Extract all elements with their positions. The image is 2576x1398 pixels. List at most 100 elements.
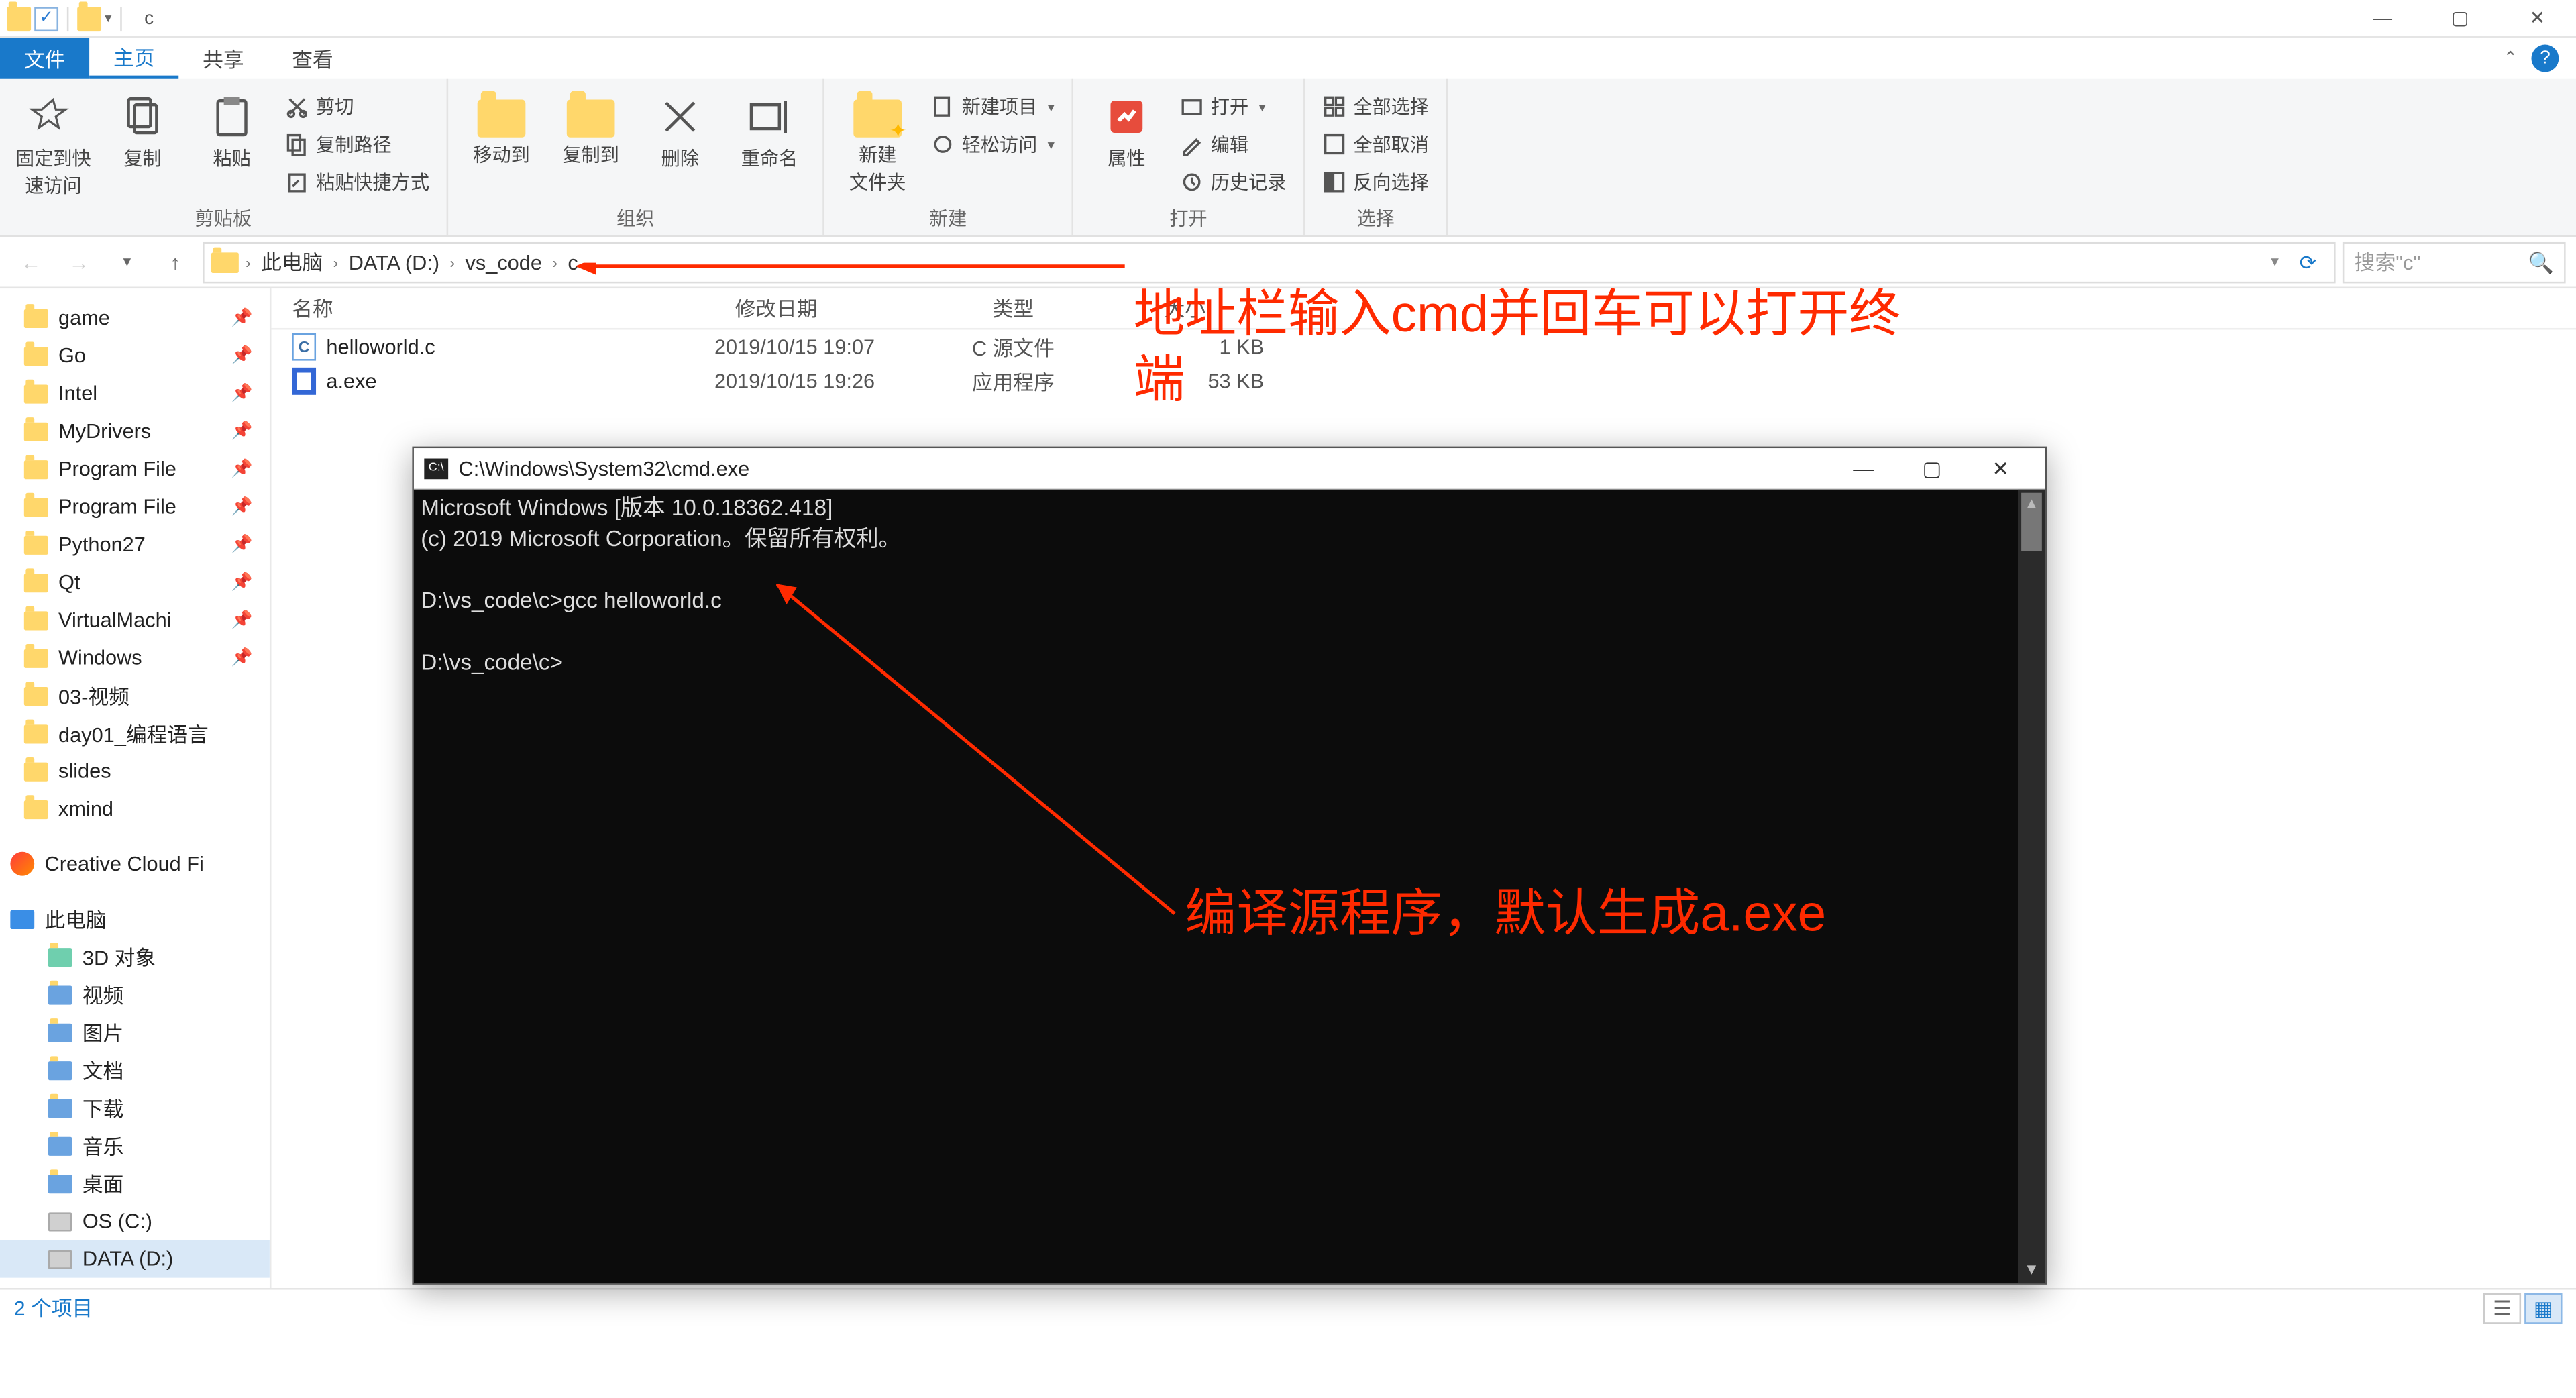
- breadcrumb-folder-icon: [211, 252, 239, 272]
- tab-view[interactable]: 查看: [268, 38, 357, 78]
- breadcrumb-bar[interactable]: › 此电脑› DATA (D:)› vs_code› c ▾ ⟳: [203, 241, 2336, 282]
- group-clipboard-label: 剪贴板: [13, 201, 433, 232]
- refresh-button[interactable]: ⟳: [2289, 250, 2326, 274]
- annotation-text-addressbar: 地址栏输入cmd并回车可以打开终 端: [1134, 283, 1901, 414]
- qat-dropdown-icon[interactable]: ▾: [105, 10, 111, 25]
- crumb-drive[interactable]: DATA (D:): [345, 250, 443, 274]
- cmd-icon: C:\: [424, 458, 448, 478]
- maximize-button[interactable]: ▢: [2422, 0, 2499, 37]
- paste-shortcut-button[interactable]: 粘贴快捷方式: [282, 165, 433, 199]
- paste-button[interactable]: 粘贴: [193, 86, 272, 172]
- delete-button[interactable]: 删除: [641, 86, 720, 172]
- paste-label: 粘贴: [213, 144, 250, 172]
- minimize-button[interactable]: —: [2344, 0, 2421, 37]
- nav-item-datadrive[interactable]: DATA (D:): [0, 1240, 270, 1277]
- nav-item-creative[interactable]: Creative Cloud Fi: [0, 845, 270, 883]
- nav-item-03video[interactable]: 03-视频: [0, 677, 270, 714]
- new-folder-label: 新建 文件夹: [849, 141, 906, 196]
- select-none-button[interactable]: 全部取消: [1319, 127, 1432, 161]
- cmd-minimize-button[interactable]: —: [1829, 456, 1897, 480]
- nav-item-3dobjects[interactable]: 3D 对象: [0, 938, 270, 975]
- col-type[interactable]: 类型: [972, 294, 1144, 323]
- nav-item-qt[interactable]: Qt📌: [0, 563, 270, 601]
- col-date[interactable]: 修改日期: [714, 294, 972, 323]
- view-details-button[interactable]: ☰: [2483, 1292, 2521, 1323]
- nav-item-day01[interactable]: day01_编程语言: [0, 714, 270, 752]
- nav-item-go[interactable]: Go📌: [0, 337, 270, 374]
- search-icon[interactable]: 🔍: [2528, 250, 2553, 274]
- invert-selection-button[interactable]: 反向选择: [1319, 165, 1432, 199]
- copy-button[interactable]: 复制: [103, 86, 182, 172]
- cmd-title: C:\Windows\System32\cmd.exe: [459, 456, 750, 480]
- cmd-window: C:\ C:\Windows\System32\cmd.exe — ▢ ✕ Mi…: [412, 447, 2047, 1285]
- nav-item-music[interactable]: 音乐: [0, 1126, 270, 1164]
- nav-item-windows[interactable]: Windows📌: [0, 639, 270, 676]
- nav-item-xmind[interactable]: xmind: [0, 790, 270, 828]
- cut-button[interactable]: 剪切: [282, 89, 433, 123]
- ribbon-body: 固定到快 速访问 复制 粘贴 剪切 复制路径 粘贴快捷方式 剪贴板: [0, 79, 2576, 237]
- help-icon[interactable]: ?: [2531, 45, 2559, 72]
- nav-up-button[interactable]: ↑: [154, 241, 195, 282]
- nav-item-osdrive[interactable]: OS (C:): [0, 1202, 270, 1240]
- cmd-titlebar[interactable]: C:\ C:\Windows\System32\cmd.exe — ▢ ✕: [414, 448, 2045, 489]
- window-title: c: [134, 8, 154, 29]
- cmd-scroll-up[interactable]: ▲: [2018, 490, 2045, 517]
- nav-item-vm[interactable]: VirtualMachi📌: [0, 601, 270, 639]
- nav-item-pf2[interactable]: Program File📌: [0, 488, 270, 525]
- move-to-button[interactable]: 移动到: [462, 86, 541, 168]
- tab-home[interactable]: 主页: [89, 38, 178, 78]
- select-all-button[interactable]: 全部选择: [1319, 89, 1432, 123]
- search-box[interactable]: 搜索"c" 🔍: [2343, 241, 2566, 282]
- nav-forward-button[interactable]: →: [58, 241, 99, 282]
- pin-quick-access-button[interactable]: 固定到快 速访问: [13, 86, 93, 199]
- group-open: 属性 打开▾ 编辑 历史记录 打开: [1073, 79, 1305, 235]
- copy-label: 复制: [123, 144, 161, 172]
- qat-folder-icon: [7, 6, 31, 30]
- nav-item-intel[interactable]: Intel📌: [0, 374, 270, 412]
- copy-to-button[interactable]: 复制到: [551, 86, 631, 168]
- nav-item-downloads[interactable]: 下载: [0, 1089, 270, 1126]
- crumb-pc[interactable]: 此电脑: [258, 248, 326, 277]
- ribbon-tabs: 文件 主页 共享 查看 ⌃ ?: [0, 38, 2576, 78]
- nav-item-videos[interactable]: 视频: [0, 975, 270, 1013]
- nav-item-docs[interactable]: 文档: [0, 1051, 270, 1089]
- view-large-button[interactable]: ▦: [2524, 1292, 2562, 1323]
- nav-back-button[interactable]: ←: [10, 241, 51, 282]
- new-item-button[interactable]: 新建项目▾: [927, 89, 1058, 123]
- breadcrumb-dropdown-icon[interactable]: ▾: [2271, 252, 2286, 271]
- history-button[interactable]: 历史记录: [1177, 165, 1290, 199]
- nav-recent-dropdown[interactable]: ▾: [107, 241, 148, 282]
- col-name[interactable]: 名称: [271, 294, 714, 323]
- tab-share[interactable]: 共享: [178, 38, 268, 78]
- qat-check-icon[interactable]: ✓: [34, 6, 58, 30]
- new-folder-button[interactable]: 新建 文件夹: [838, 86, 917, 196]
- annotation-text-compile: 编译源程序，默认生成a.exe: [1185, 883, 1826, 948]
- nav-item-game[interactable]: game📌: [0, 299, 270, 336]
- nav-item-slides[interactable]: slides: [0, 752, 270, 790]
- pc-icon: [10, 910, 34, 928]
- nav-item-python27[interactable]: Python27📌: [0, 525, 270, 563]
- nav-item-pf1[interactable]: Program File📌: [0, 450, 270, 488]
- nav-item-desktop[interactable]: 桌面: [0, 1165, 270, 1202]
- group-open-label: 打开: [1087, 201, 1290, 232]
- cmd-scroll-down[interactable]: ▼: [2018, 1255, 2045, 1283]
- cmd-close-button[interactable]: ✕: [1966, 456, 2035, 480]
- cmd-maximize-button[interactable]: ▢: [1898, 456, 1966, 480]
- rename-button[interactable]: 重命名: [730, 86, 809, 172]
- close-button[interactable]: ✕: [2499, 0, 2576, 37]
- nav-item-thispc[interactable]: 此电脑: [0, 900, 270, 937]
- copy-path-button[interactable]: 复制路径: [282, 127, 433, 161]
- ribbon-collapse-icon[interactable]: ⌃: [2503, 49, 2517, 68]
- window-titlebar: ✓ ▾ c — ▢ ✕: [0, 0, 2576, 38]
- drive-icon: [48, 1212, 72, 1230]
- nav-item-mydrivers[interactable]: MyDrivers📌: [0, 412, 270, 449]
- edit-button[interactable]: 编辑: [1177, 127, 1290, 161]
- cmd-scrollbar[interactable]: [2018, 490, 2045, 1283]
- open-button[interactable]: 打开▾: [1177, 89, 1290, 123]
- nav-tree[interactable]: game📌 Go📌 Intel📌 MyDrivers📌 Program File…: [0, 288, 271, 1288]
- tab-file[interactable]: 文件: [0, 38, 89, 78]
- easy-access-button[interactable]: 轻松访问▾: [927, 127, 1058, 161]
- nav-item-pictures[interactable]: 图片: [0, 1013, 270, 1051]
- crumb-vscode[interactable]: vs_code: [462, 250, 545, 274]
- properties-button[interactable]: 属性: [1087, 86, 1167, 172]
